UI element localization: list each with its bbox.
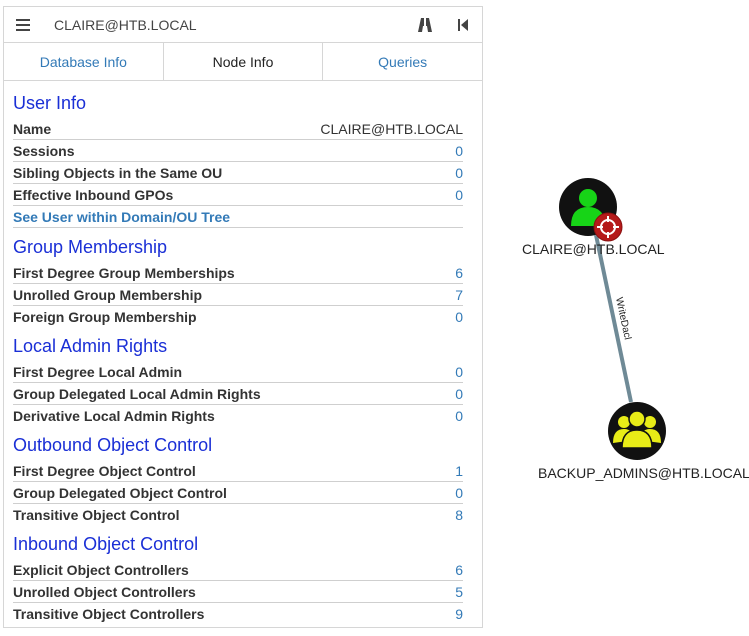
row-sibling-objects: Sibling Objects in the Same OU 0 — [13, 163, 463, 184]
node-claire[interactable] — [559, 178, 623, 242]
collapse-panel-icon[interactable] — [444, 7, 482, 43]
row-label: Derivative Local Admin Rights — [13, 408, 215, 424]
row-value[interactable]: 0 — [455, 364, 463, 380]
row-label: Explicit Object Controllers — [13, 562, 189, 578]
row-value: CLAIRE@HTB.LOCAL — [320, 121, 463, 137]
graph-canvas[interactable]: WriteDacl CLAIRE@HTB.LOCAL BACKUP_ADMINS… — [483, 0, 749, 636]
row-first-degree-admin: First Degree Local Admin 0 — [13, 362, 463, 383]
tab-database-info[interactable]: Database Info — [4, 43, 163, 80]
panel-tabs: Database Info Node Info Queries — [4, 43, 482, 81]
edge-writedacl[interactable]: WriteDacl — [594, 234, 633, 403]
row-first-degree-control: First Degree Object Control 1 — [13, 461, 463, 482]
section-inbound-control: Inbound Object Control Explicit Object C… — [13, 533, 463, 624]
row-name: Name CLAIRE@HTB.LOCAL — [13, 119, 463, 140]
row-label: Sibling Objects in the Same OU — [13, 165, 223, 181]
section-title[interactable]: Inbound Object Control — [13, 533, 463, 555]
row-label: Unrolled Object Controllers — [13, 584, 196, 600]
row-label: Name — [13, 121, 52, 137]
menu-icon[interactable] — [4, 7, 42, 43]
row-label: First Degree Object Control — [13, 463, 196, 479]
row-value[interactable]: 9 — [455, 606, 463, 622]
row-value[interactable]: 0 — [455, 165, 463, 181]
section-title[interactable]: Outbound Object Control — [13, 434, 463, 456]
row-transitive-control: Transitive Object Control 8 — [13, 505, 463, 525]
row-unrolled-controllers: Unrolled Object Controllers 5 — [13, 582, 463, 603]
row-value[interactable]: 0 — [455, 309, 463, 325]
node-label-claire: CLAIRE@HTB.LOCAL — [522, 241, 665, 257]
row-unrolled-groups: Unrolled Group Membership 7 — [13, 285, 463, 306]
row-label: Foreign Group Membership — [13, 309, 197, 325]
row-transitive-controllers: Transitive Object Controllers 9 — [13, 604, 463, 624]
node-label-backup-admins: BACKUP_ADMINS@HTB.LOCAL — [538, 465, 749, 481]
row-label: First Degree Local Admin — [13, 364, 183, 380]
row-value[interactable]: 0 — [455, 408, 463, 424]
node-info-content: User Info Name CLAIRE@HTB.LOCAL Sessions 0… — [4, 81, 482, 624]
row-explicit-controllers: Explicit Object Controllers 6 — [13, 560, 463, 581]
row-label: Group Delegated Local Admin Rights — [13, 386, 261, 402]
row-sessions: Sessions 0 — [13, 141, 463, 162]
row-label: Transitive Object Control — [13, 507, 180, 523]
section-outbound-control: Outbound Object Control First Degree Obj… — [13, 434, 463, 525]
row-value[interactable]: 7 — [455, 287, 463, 303]
row-label: Effective Inbound GPOs — [13, 187, 174, 203]
pathfinding-icon[interactable] — [406, 7, 444, 43]
row-label: Transitive Object Controllers — [13, 606, 205, 622]
section-user-info: User Info Name CLAIRE@HTB.LOCAL Sessions 0… — [13, 92, 463, 228]
tab-node-info[interactable]: Node Info — [162, 43, 324, 80]
row-value[interactable]: 8 — [455, 507, 463, 523]
search-bar: CLAIRE@HTB.LOCAL — [4, 7, 482, 43]
section-local-admin: Local Admin Rights First Degree Local Ad… — [13, 335, 463, 426]
search-input[interactable]: CLAIRE@HTB.LOCAL — [42, 17, 406, 33]
row-value[interactable]: 1 — [455, 463, 463, 479]
row-label: Unrolled Group Membership — [13, 287, 203, 303]
node-info-panel: CLAIRE@HTB.LOCAL Database Info Node Info… — [3, 6, 483, 628]
row-value[interactable]: 6 — [455, 265, 463, 281]
row-value[interactable]: 5 — [455, 584, 463, 600]
row-group-delegated-admin: Group Delegated Local Admin Rights 0 — [13, 384, 463, 405]
node-backup-admins[interactable] — [608, 402, 666, 460]
row-label: Group Delegated Object Control — [13, 485, 227, 501]
see-user-in-tree-link[interactable]: See User within Domain/OU Tree — [13, 207, 463, 228]
row-foreign-groups: Foreign Group Membership 0 — [13, 307, 463, 327]
row-derivative-admin: Derivative Local Admin Rights 0 — [13, 406, 463, 426]
row-label: First Degree Group Memberships — [13, 265, 235, 281]
row-first-degree-groups: First Degree Group Memberships 6 — [13, 263, 463, 284]
section-group-membership: Group Membership First Degree Group Memb… — [13, 236, 463, 327]
row-value[interactable]: 0 — [455, 485, 463, 501]
row-group-delegated-control: Group Delegated Object Control 0 — [13, 483, 463, 504]
row-value[interactable]: 0 — [455, 187, 463, 203]
section-title[interactable]: Group Membership — [13, 236, 463, 258]
link-label[interactable]: See User within Domain/OU Tree — [13, 209, 230, 225]
section-title[interactable]: User Info — [13, 92, 463, 114]
row-label: Sessions — [13, 143, 75, 159]
section-title[interactable]: Local Admin Rights — [13, 335, 463, 357]
target-icon — [593, 212, 623, 242]
row-value[interactable]: 0 — [455, 386, 463, 402]
row-value[interactable]: 6 — [455, 562, 463, 578]
row-effective-gpos: Effective Inbound GPOs 0 — [13, 185, 463, 206]
row-value[interactable]: 0 — [455, 143, 463, 159]
tab-queries[interactable]: Queries — [323, 43, 482, 80]
